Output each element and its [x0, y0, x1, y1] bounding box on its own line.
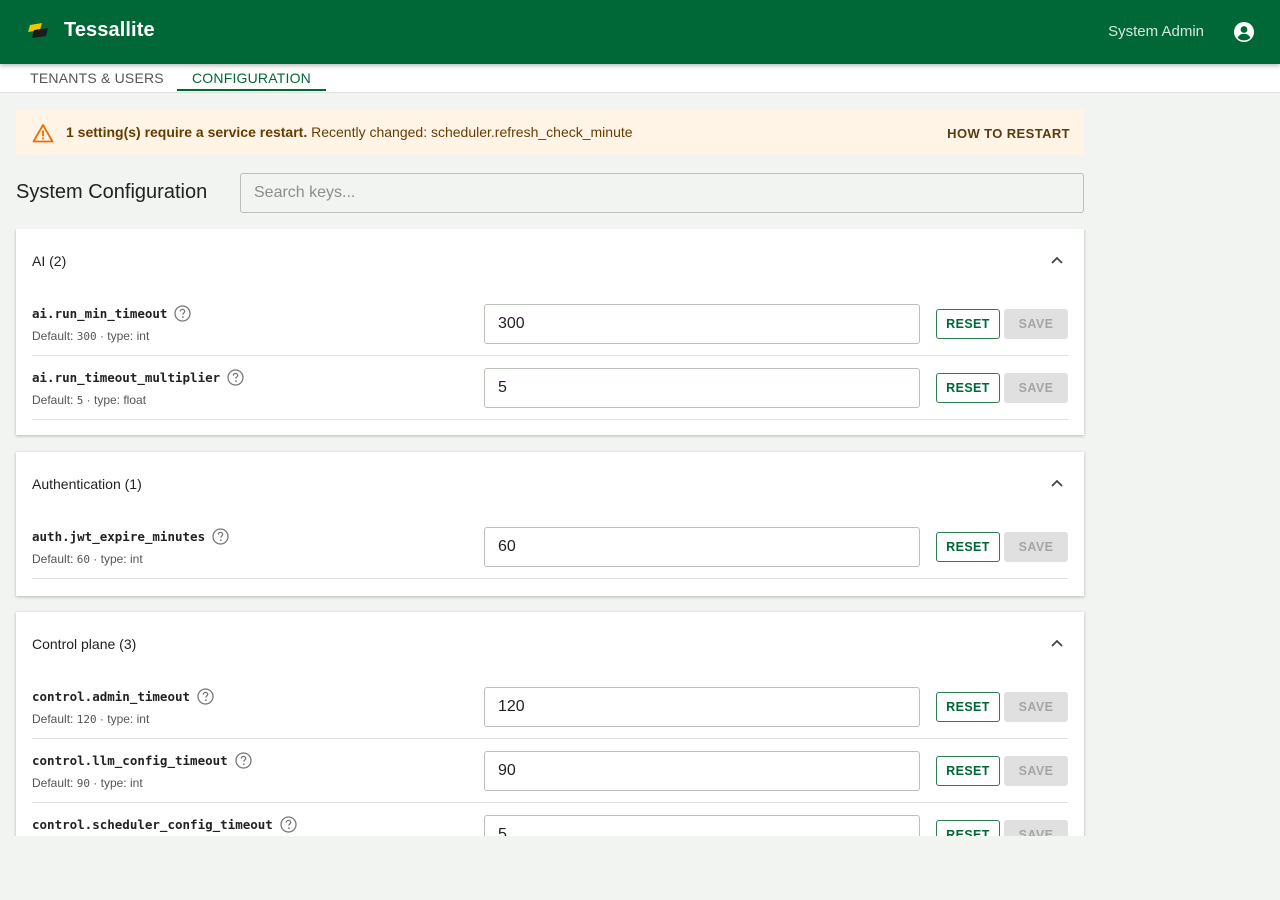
default-value: 120 — [76, 713, 97, 726]
config-scroll-area[interactable]: AI (2) ai.run_min_timeout Default: 300 ·… — [0, 229, 1280, 836]
user-name: System Admin — [1108, 23, 1204, 40]
setting-key: control.admin_timeout — [32, 688, 214, 705]
section-authentication: Authentication (1) auth.jwt_expire_minut… — [16, 452, 1084, 596]
setting-value-input[interactable] — [484, 815, 920, 836]
tab-indicator — [177, 89, 326, 91]
default-label: Default: — [32, 552, 74, 566]
setting-meta: Default: 120 · type: int — [32, 712, 149, 726]
setting-meta: Default: 300 · type: int — [32, 329, 149, 343]
account-circle-icon[interactable] — [1232, 20, 1256, 44]
help-icon[interactable] — [212, 528, 229, 545]
default-value: 90 — [76, 777, 90, 790]
setting-key: ai.run_min_timeout — [32, 305, 192, 322]
type-label: · type: int — [93, 776, 143, 790]
setting-row: ai.run_min_timeout Default: 300 · type: … — [32, 292, 1068, 356]
save-button[interactable]: SAVE — [1004, 820, 1068, 836]
reset-button[interactable]: RESET — [936, 820, 1000, 836]
reset-button[interactable]: RESET — [936, 309, 1000, 339]
setting-key-text: ai.run_min_timeout — [32, 306, 168, 321]
setting-key-text: ai.run_timeout_multiplier — [32, 370, 221, 385]
setting-key-text: control.admin_timeout — [32, 689, 191, 704]
type-label: · type: int — [99, 329, 150, 343]
logo-icon — [28, 23, 48, 38]
tab-bar: TENANTS & USERS CONFIGURATION — [0, 64, 1280, 93]
save-button[interactable]: SAVE — [1004, 373, 1068, 403]
section-authentication-header[interactable]: Authentication (1) — [16, 452, 1084, 514]
setting-value-input[interactable] — [484, 687, 920, 727]
setting-row: ai.run_timeout_multiplier Default: 5 · t… — [32, 356, 1068, 420]
type-label: · type: int — [93, 552, 143, 566]
warning-icon — [32, 124, 54, 143]
setting-row: control.llm_config_timeout Default: 90 ·… — [32, 739, 1068, 803]
setting-value-input[interactable] — [484, 304, 920, 344]
default-value: 5 — [76, 394, 84, 407]
setting-row: control.scheduler_config_timeout RESET S… — [32, 803, 1068, 836]
section-title: Control plane (3) — [32, 636, 137, 652]
reset-button[interactable]: RESET — [936, 692, 1000, 722]
default-label: Default: — [32, 393, 74, 407]
page-title: System Configuration — [16, 181, 208, 203]
setting-key: auth.jwt_expire_minutes — [32, 528, 229, 545]
save-button[interactable]: SAVE — [1004, 309, 1068, 339]
setting-value-input[interactable] — [484, 527, 920, 567]
setting-meta: Default: 90 · type: int — [32, 776, 143, 790]
type-label: · type: int — [99, 712, 150, 726]
setting-key-text: control.scheduler_config_timeout — [32, 817, 273, 832]
help-icon[interactable] — [227, 369, 244, 386]
tab-configuration[interactable]: CONFIGURATION — [177, 64, 326, 92]
default-value: 60 — [76, 553, 90, 566]
setting-key: control.llm_config_timeout — [32, 752, 252, 769]
chevron-up-icon[interactable] — [1050, 636, 1064, 650]
default-value: 300 — [76, 330, 97, 343]
help-icon[interactable] — [197, 688, 214, 705]
section-title: AI (2) — [32, 253, 67, 269]
setting-row: auth.jwt_expire_minutes Default: 60 · ty… — [32, 515, 1068, 579]
default-label: Default: — [32, 776, 74, 790]
section-ai-header[interactable]: AI (2) — [16, 229, 1084, 291]
section-control-plane: Control plane (3) control.admin_timeout … — [16, 612, 1084, 836]
section-ai: AI (2) ai.run_min_timeout Default: 300 ·… — [16, 229, 1084, 435]
type-label: · type: float — [86, 393, 147, 407]
alert-detail-text: Recently changed: scheduler.refresh_chec… — [311, 124, 633, 140]
setting-key-text: control.llm_config_timeout — [32, 753, 228, 768]
save-button[interactable]: SAVE — [1004, 692, 1068, 722]
search-input[interactable] — [240, 173, 1084, 213]
setting-key: ai.run_timeout_multiplier — [32, 369, 244, 386]
help-icon[interactable] — [174, 305, 192, 322]
save-button[interactable]: SAVE — [1004, 532, 1068, 562]
how-to-restart-button[interactable]: HOW TO RESTART — [947, 126, 1070, 141]
setting-key: control.scheduler_config_timeout — [32, 816, 297, 833]
default-label: Default: — [32, 712, 74, 726]
default-label: Default: — [32, 329, 74, 343]
chevron-up-icon[interactable] — [1050, 253, 1064, 267]
save-button[interactable]: SAVE — [1004, 756, 1068, 786]
setting-value-input[interactable] — [484, 368, 920, 408]
setting-meta: Default: 5 · type: float — [32, 393, 146, 407]
section-title: Authentication (1) — [32, 476, 142, 492]
section-control-plane-header[interactable]: Control plane (3) — [16, 612, 1084, 674]
setting-meta: Default: 60 · type: int — [32, 552, 143, 566]
restart-alert: 1 setting(s) require a service restart. … — [16, 110, 1084, 155]
app-bar: Tessallite System Admin — [0, 0, 1280, 64]
help-icon[interactable] — [235, 752, 252, 769]
setting-key-text: auth.jwt_expire_minutes — [32, 529, 206, 544]
tab-tenants-users[interactable]: TENANTS & USERS — [16, 64, 178, 92]
reset-button[interactable]: RESET — [936, 532, 1000, 562]
setting-value-input[interactable] — [484, 751, 920, 791]
setting-row: control.admin_timeout Default: 120 · typ… — [32, 675, 1068, 739]
alert-message: 1 setting(s) require a service restart. … — [66, 124, 633, 140]
chevron-up-icon[interactable] — [1050, 476, 1064, 490]
reset-button[interactable]: RESET — [936, 373, 1000, 403]
brand-name: Tessallite — [64, 19, 155, 41]
reset-button[interactable]: RESET — [936, 756, 1000, 786]
alert-bold-text: 1 setting(s) require a service restart. — [66, 124, 308, 140]
help-icon[interactable] — [280, 816, 297, 833]
